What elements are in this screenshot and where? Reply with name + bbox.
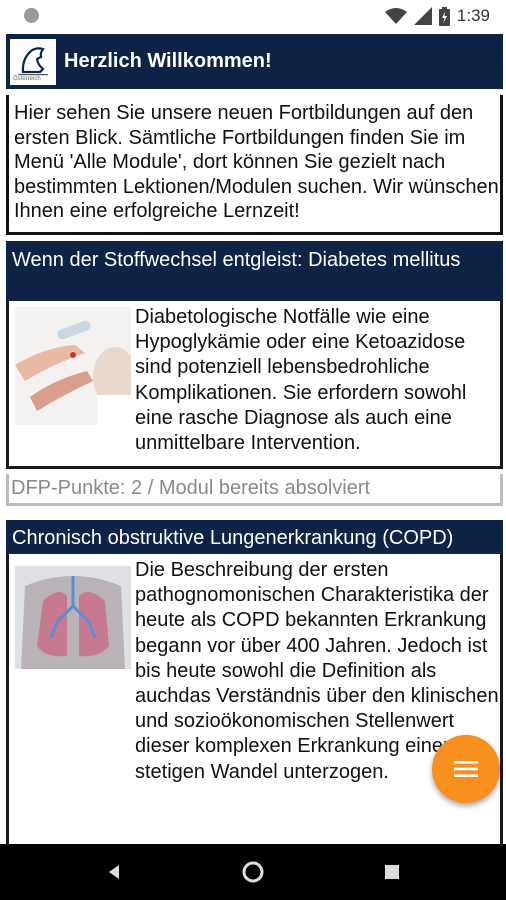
module-status: DFP-Punkte: 2 / Modul bereits absolviert (6, 474, 503, 506)
home-icon (242, 861, 264, 883)
navigation-bar (0, 844, 506, 900)
module-card[interactable]: Die Beschreibung der ersten pathognomoni… (6, 554, 503, 844)
module-image (15, 566, 131, 669)
module-title[interactable]: Chronisch obstruktive Lungenerkrankung (… (6, 520, 503, 554)
notification-icon (24, 8, 39, 23)
battery-icon (438, 6, 450, 26)
home-button[interactable] (223, 844, 283, 900)
welcome-text: Hier sehen Sie unsere neuen Fortbildunge… (6, 95, 503, 235)
welcome-header: Österreich Herzlich Willkommen! (6, 34, 503, 89)
main-content[interactable]: Österreich Herzlich Willkommen! Hier seh… (0, 32, 506, 844)
status-icons: 1:39 (384, 4, 490, 28)
wifi-icon (384, 8, 407, 24)
app-logo: Österreich (10, 38, 56, 85)
back-button[interactable] (84, 844, 144, 900)
module-image (15, 307, 131, 425)
menu-icon (454, 761, 478, 777)
module-title[interactable]: Wenn der Stoffwechsel entgleist: Diabete… (6, 241, 503, 301)
clock: 1:39 (456, 6, 490, 25)
module-description: Diabetologische Notfälle wie eine Hypogl… (135, 306, 467, 455)
signal-icon (413, 7, 432, 25)
module-card[interactable]: Diabetologische Notfälle wie eine Hypogl… (6, 301, 503, 469)
menu-fab-button[interactable] (432, 735, 500, 803)
back-icon (109, 865, 119, 879)
recents-icon (385, 865, 399, 879)
logo-text: Österreich (13, 75, 41, 82)
welcome-title: Herzlich Willkommen! (64, 50, 272, 72)
status-bar: 1:39 (0, 0, 506, 32)
recents-button[interactable] (362, 844, 422, 900)
